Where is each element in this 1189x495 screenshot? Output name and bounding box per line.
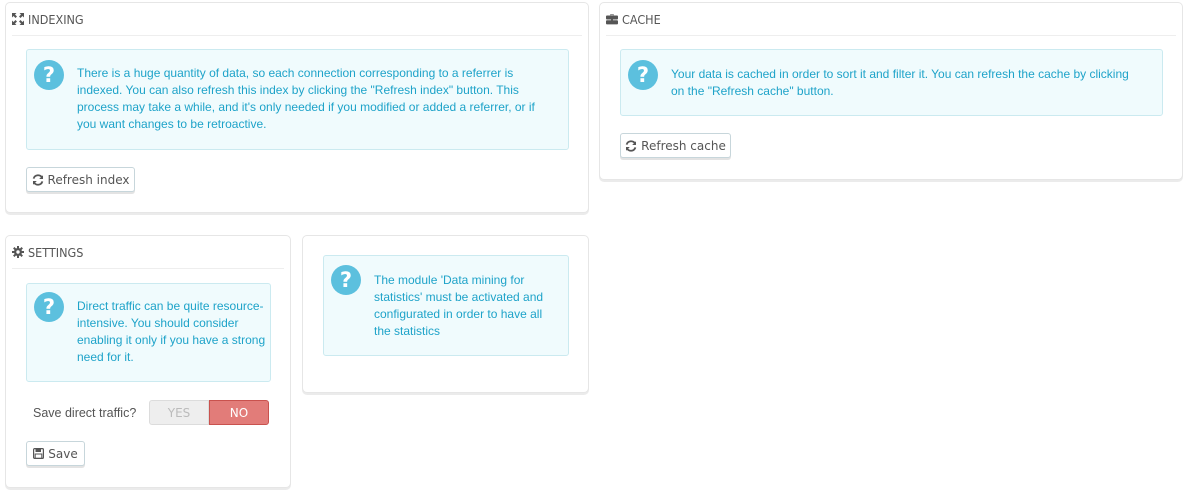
- indexing-info-text: There is a huge quantity of data, so eac…: [77, 66, 535, 131]
- refresh-cache-button[interactable]: Refresh cache: [620, 133, 731, 158]
- module-notice-text: The module 'Data mining for statistics' …: [374, 273, 544, 338]
- direct-traffic-toggle[interactable]: YES NO: [149, 400, 269, 425]
- question-icon: ?: [34, 292, 64, 322]
- question-icon: ?: [331, 265, 361, 295]
- indexing-panel-heading: INDEXING: [12, 3, 582, 36]
- module-notice-alert: ? The module 'Data mining for statistics…: [323, 255, 569, 356]
- toggle-no-option[interactable]: NO: [209, 400, 269, 425]
- settings-panel-heading: SETTINGS: [12, 236, 284, 269]
- cache-panel: CACHE ? Your data is cached in order to …: [599, 2, 1183, 180]
- indexing-panel: INDEXING ? There is a huge quantity of d…: [5, 2, 589, 213]
- refresh-icon: [625, 139, 637, 152]
- save-button-label: Save: [48, 446, 78, 461]
- gear-icon: [12, 246, 24, 258]
- refresh-icon: [32, 173, 43, 186]
- question-icon: ?: [34, 60, 64, 90]
- refresh-cache-label: Refresh cache: [641, 138, 726, 153]
- toggle-yes-option[interactable]: YES: [149, 400, 209, 425]
- settings-panel-title: SETTINGS: [28, 244, 84, 260]
- floppy-disk-icon: [33, 448, 45, 459]
- indexing-info-alert: ? There is a huge quantity of data, so e…: [26, 49, 569, 150]
- question-icon: ?: [628, 60, 658, 90]
- module-notice-panel: ? The module 'Data mining for statistics…: [302, 235, 589, 393]
- refresh-index-button[interactable]: Refresh index: [26, 167, 135, 192]
- cache-info-text: Your data is cached in order to sort it …: [671, 67, 1129, 98]
- cache-info-alert: ? Your data is cached in order to sort i…: [620, 49, 1163, 116]
- indexing-panel-title: INDEXING: [28, 11, 84, 27]
- save-direct-traffic-label: Save direct traffic?: [33, 406, 137, 420]
- refresh-index-label: Refresh index: [47, 172, 130, 187]
- settings-panel: SETTINGS ? Direct traffic can be quite r…: [5, 235, 291, 488]
- cache-panel-title: CACHE: [622, 11, 661, 27]
- cache-panel-heading: CACHE: [606, 3, 1176, 36]
- settings-info-text: Direct traffic can be quite resource-int…: [77, 299, 266, 364]
- expand-icon: [12, 13, 24, 25]
- settings-info-alert: ? Direct traffic can be quite resource-i…: [26, 283, 271, 382]
- save-button[interactable]: Save: [26, 441, 85, 466]
- briefcase-icon: [606, 13, 618, 25]
